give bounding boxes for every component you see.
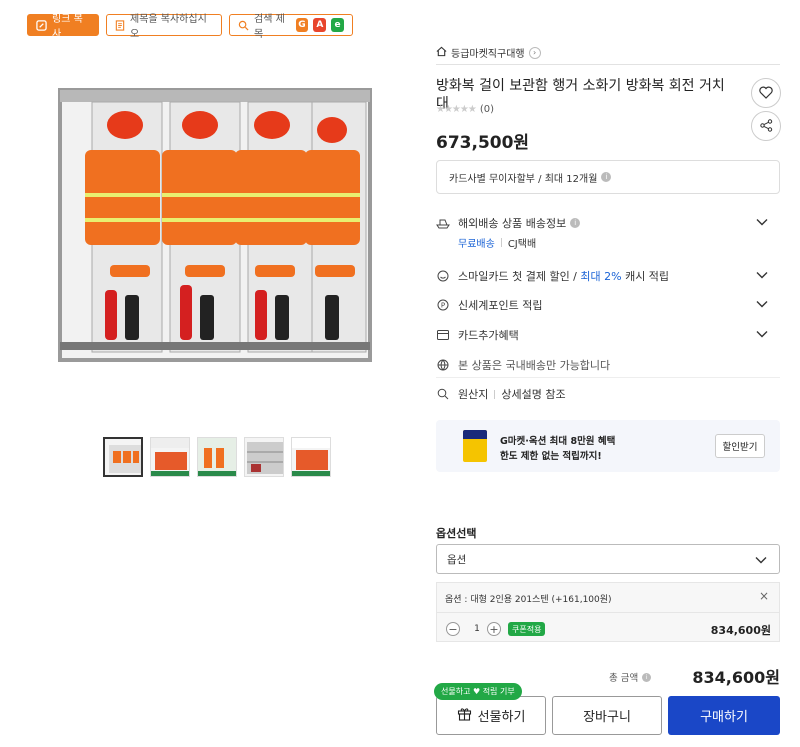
selected-option-text: 옵션 : 대형 2인용 201스텐 (+161,100원) <box>445 595 612 605</box>
link-icon <box>36 19 47 31</box>
gift-icon <box>457 706 472 725</box>
points-row[interactable]: P 신세계포인트 적립 <box>436 297 780 313</box>
search-icon <box>238 20 249 31</box>
option-select-value: 옵션 <box>447 553 467 566</box>
origin-value: 상세설명 참조 <box>501 388 566 401</box>
smile-text-b: 캐시 적립 <box>621 270 670 283</box>
thumbnail-2[interactable] <box>150 437 190 477</box>
total-label: 총 금액 <box>609 673 639 684</box>
option-heading: 옵션선택 <box>436 527 477 540</box>
option-item-price: 834,600원 <box>710 624 771 637</box>
smile-card-row[interactable]: 스마일카드 첫 결제 할인 / 최대 2% 캐시 적립 <box>436 268 780 284</box>
search-title-label: 검색 제목 <box>254 14 285 40</box>
globe-icon <box>436 358 450 372</box>
svg-text:P: P <box>441 302 445 310</box>
promo-line2: 한도 제한 없는 적립까지! <box>500 451 602 462</box>
plus-button[interactable]: + <box>487 622 501 636</box>
shipping-detail: 무료배송 CJ택배 <box>458 235 536 250</box>
gift-button[interactable]: 선물하기 <box>436 696 546 735</box>
chevron-down-icon[interactable] <box>756 215 768 229</box>
promo-line1: G마켓·옥션 최대 8만원 혜택 <box>500 436 616 447</box>
remove-option-icon[interactable]: × <box>759 589 769 603</box>
option-select[interactable]: 옵션 <box>436 544 780 574</box>
chevron-down-icon[interactable] <box>756 327 768 341</box>
product-price: 673,500원 <box>436 133 530 153</box>
gift-badge: 선물하고 ♥ 적립 기부 <box>434 683 522 700</box>
link-copy-button[interactable]: 링크 복사 <box>27 14 99 40</box>
site-logo-icon-3[interactable]: e <box>331 18 345 32</box>
search-title-button[interactable]: 검색 제목 G A e <box>229 14 353 40</box>
gift-label: 선물하기 <box>477 710 526 725</box>
promo-banner[interactable]: G마켓·옥션 최대 8만원 혜택 한도 제한 없는 적립까지! 할인받기 <box>436 420 780 472</box>
smile-highlight: 최대 2% <box>580 270 622 283</box>
title-copy-button[interactable]: 제목을 복사하십시오 <box>106 14 222 40</box>
review-count[interactable]: (0) <box>480 104 494 115</box>
share-button[interactable] <box>751 111 781 141</box>
carrier: CJ택배 <box>507 239 537 250</box>
selected-option-box: 옵션 : 대형 2인용 201스텐 (+161,100원) × − 1 + 쿠폰… <box>436 582 780 642</box>
coupon-apply-button[interactable]: 쿠폰적용 <box>508 622 546 636</box>
rating: ★★★★★ (0) <box>436 104 494 115</box>
buy-button[interactable]: 구매하기 <box>668 696 780 735</box>
total-price: 834,600원 <box>692 668 780 687</box>
chevron-down-icon <box>755 555 767 567</box>
magnifier-icon <box>436 387 450 401</box>
ship-icon <box>436 216 450 230</box>
divider <box>436 377 780 378</box>
title-copy-label: 제목을 복사하십시오 <box>130 14 207 40</box>
thumbnail-1[interactable] <box>103 437 143 477</box>
free-shipping: 무료배송 <box>458 239 495 250</box>
get-discount-button[interactable]: 할인받기 <box>715 434 765 458</box>
seller-link[interactable]: 등급마켓직구대행 › <box>436 45 541 60</box>
quantity-input[interactable]: 1 <box>465 622 489 636</box>
info-icon[interactable]: i <box>642 672 652 682</box>
info-icon[interactable]: i <box>601 172 612 182</box>
credit-card-icon <box>436 328 450 342</box>
divider <box>436 64 780 65</box>
cart-button[interactable]: 장바구니 <box>552 696 662 735</box>
domestic-row: 본 상품은 국내배송만 가능합니다 <box>436 357 780 373</box>
home-icon <box>436 46 447 60</box>
document-icon <box>115 19 125 31</box>
wishlist-button[interactable] <box>751 78 781 108</box>
total-label-group: 총 금액 i <box>609 670 652 684</box>
origin-row: 원산지 상세설명 참조 <box>436 386 780 402</box>
minus-button[interactable]: − <box>446 622 460 636</box>
seller-name: 등급마켓직구대행 <box>451 49 525 60</box>
thumbnail-4[interactable] <box>244 437 284 477</box>
chevron-down-icon[interactable] <box>756 297 768 311</box>
chevron-right-icon: › <box>528 46 541 59</box>
shipping-row[interactable]: 해외배송 상품 배송정보 i <box>436 215 780 231</box>
share-icon <box>759 117 773 136</box>
site-logo-icon-2[interactable]: A <box>313 18 327 32</box>
point-icon: P <box>436 298 450 312</box>
card-image-icon <box>463 430 487 462</box>
thumbnail-3[interactable] <box>197 437 237 477</box>
divider <box>494 389 496 399</box>
divider <box>500 238 502 247</box>
installment-info: 카드사별 무이자할부 / 최대 12개월 i <box>436 160 780 194</box>
info-icon[interactable]: i <box>570 218 581 228</box>
smile-text-a: 스마일카드 첫 결제 할인 / <box>458 270 581 283</box>
heart-icon <box>759 84 773 103</box>
origin-label: 원산지 <box>458 388 489 401</box>
chevron-down-icon[interactable] <box>756 268 768 282</box>
points-label: 신세계포인트 적립 <box>458 299 543 312</box>
thumbnail-5[interactable] <box>291 437 331 477</box>
smile-icon <box>436 269 450 283</box>
card-benefit-label: 카드추가혜택 <box>458 329 519 342</box>
site-logo-icon-1[interactable]: G <box>295 18 309 32</box>
product-main-image <box>50 80 380 390</box>
card-benefit-row[interactable]: 카드추가혜택 <box>436 327 780 343</box>
domestic-text: 본 상품은 국내배송만 가능합니다 <box>458 359 611 372</box>
divider <box>437 612 779 613</box>
star-rating-icon: ★★★★★ <box>436 104 477 115</box>
link-copy-label: 링크 복사 <box>52 14 83 40</box>
installment-text: 카드사별 무이자할부 / 최대 12개월 <box>449 173 598 185</box>
shipping-label: 해외배송 상품 배송정보 <box>458 217 567 230</box>
